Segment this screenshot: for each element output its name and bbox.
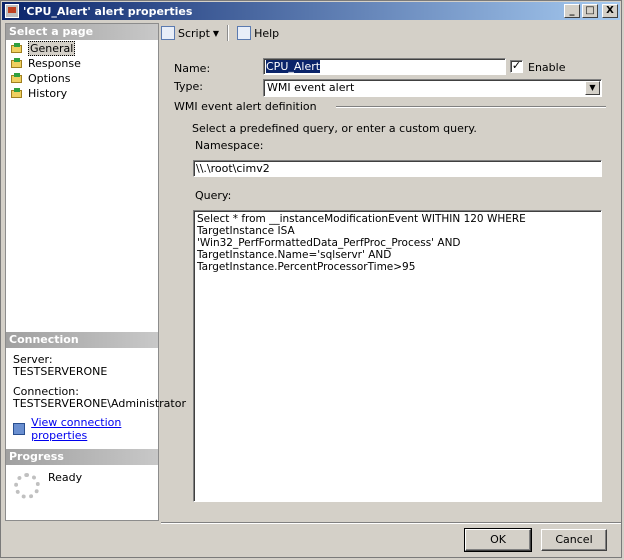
left-pane: Select a page General Response Options H… (5, 23, 186, 521)
close-button[interactable]: X (602, 4, 618, 18)
toolbar-separator (227, 25, 230, 41)
connection-properties-icon (13, 423, 26, 435)
help-button[interactable]: Help (237, 26, 279, 40)
progress-header: Progress (6, 449, 158, 465)
page-item-options[interactable]: Options (6, 71, 158, 85)
chevron-down-icon: ▼ (212, 28, 220, 38)
page-icon (11, 57, 24, 69)
group-divider (336, 106, 606, 108)
group-title: WMI event alert definition (174, 100, 317, 113)
toolbar: Script ▼ Help (161, 23, 279, 43)
page-icon (11, 42, 24, 54)
type-dropdown[interactable]: WMI event alert ▼ (263, 79, 602, 97)
help-label: Help (254, 26, 280, 40)
script-icon (161, 26, 175, 40)
connection-header: Connection (6, 332, 158, 348)
query-instructions: Select a predefined query, or enter a cu… (192, 122, 477, 135)
page-item-label: Options (28, 71, 71, 85)
name-label: Name: (174, 62, 211, 75)
progress-section: Progress Ready (6, 449, 158, 499)
enable-checkbox[interactable]: ✓ (510, 60, 523, 73)
page-item-history[interactable]: History (6, 86, 158, 100)
namespace-value: \\.\root\cimv2 (196, 162, 270, 175)
script-label: Script (178, 26, 210, 40)
alert-properties-dialog: 'CPU_Alert' alert properties _ □ X Selec… (0, 0, 622, 558)
connection-section: Connection Server: TESTSERVERONE Connect… (6, 332, 186, 442)
page-item-general[interactable]: General (6, 40, 158, 56)
maximize-button[interactable]: □ (582, 4, 598, 18)
page-item-label: General (28, 40, 76, 56)
ok-button[interactable]: OK (464, 528, 532, 552)
type-label: Type: (174, 80, 203, 93)
help-icon (237, 26, 252, 40)
script-button[interactable]: Script ▼ (161, 26, 219, 40)
app-icon (5, 4, 19, 18)
page-item-response[interactable]: Response (6, 56, 158, 70)
type-value: WMI event alert (267, 81, 355, 94)
name-field[interactable]: CPU_Alert (263, 58, 506, 75)
page-icon (11, 72, 24, 84)
progress-status: Ready (48, 471, 83, 484)
namespace-field[interactable]: \\.\root\cimv2 (193, 160, 602, 177)
query-textarea[interactable]: Select * from __instanceModificationEven… (193, 210, 602, 502)
namespace-label: Namespace: (195, 139, 264, 152)
chevron-down-icon[interactable]: ▼ (585, 81, 600, 95)
page-icon (11, 87, 24, 99)
view-connection-properties-link[interactable]: View connection properties (31, 416, 158, 442)
page-item-label: Response (28, 56, 81, 70)
footer-divider (161, 522, 621, 524)
enable-label: Enable (528, 61, 566, 74)
title-bar[interactable]: 'CPU_Alert' alert properties _ □ X (2, 2, 620, 20)
server-value: TESTSERVERONE (13, 365, 108, 378)
general-page: Name: CPU_Alert ✓ Enable Type: WMI event… (161, 45, 619, 521)
query-label: Query: (195, 189, 232, 202)
minimize-button[interactable]: _ (564, 4, 580, 18)
cancel-button[interactable]: Cancel (541, 529, 607, 551)
window-title: 'CPU_Alert' alert properties (23, 4, 193, 18)
progress-spinner-icon (14, 473, 40, 499)
page-item-label: History (28, 86, 68, 100)
name-value: CPU_Alert (266, 60, 321, 73)
connection-value: TESTSERVERONE\Administrator (13, 397, 186, 410)
select-page-header: Select a page (6, 24, 158, 40)
